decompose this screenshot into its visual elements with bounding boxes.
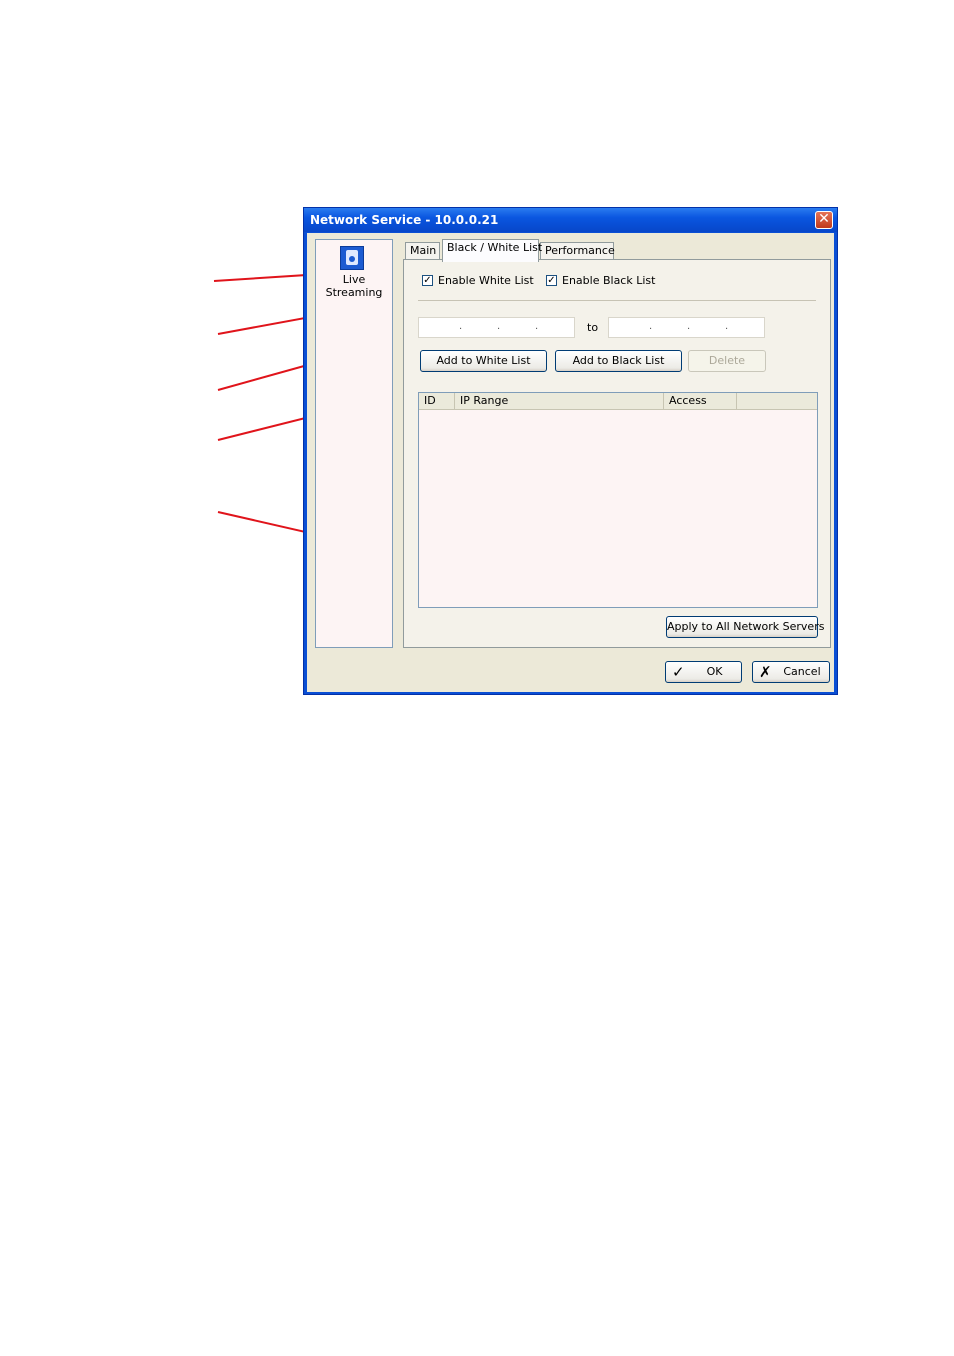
table-header: ID IP Range Access	[419, 393, 817, 410]
title-bar[interactable]: Network Service - 10.0.0.21 ✕	[304, 208, 837, 232]
window-title: Network Service - 10.0.0.21	[310, 213, 499, 227]
tab-performance[interactable]: Performance	[540, 242, 615, 260]
enable-white-list-label: Enable White List	[438, 274, 534, 287]
tab-black-white-list[interactable]: Black / White List	[442, 239, 542, 262]
ip-from-input[interactable]: . . .	[418, 317, 575, 338]
column-header-access[interactable]: Access	[664, 393, 737, 409]
enable-white-list-checkbox[interactable]: ✓ Enable White List	[422, 274, 534, 287]
x-icon: ✗	[759, 663, 772, 681]
add-to-black-list-button[interactable]: Add to Black List	[555, 350, 682, 372]
live-streaming-icon	[340, 246, 364, 270]
close-button[interactable]: ✕	[815, 211, 833, 229]
checkbox-check-icon: ✓	[422, 275, 433, 286]
checkmark-icon: ✓	[672, 663, 685, 681]
network-service-dialog: Network Service - 10.0.0.21 ✕ Live Strea…	[303, 207, 838, 695]
sidebar-item-label: Live Streaming	[325, 273, 383, 299]
ok-label: OK	[706, 665, 723, 678]
tab-main[interactable]: Main	[405, 242, 440, 260]
checkbox-check-icon: ✓	[546, 275, 557, 286]
black-white-list-panel: ✓ Enable White List ✓ Enable Black List …	[403, 259, 831, 648]
access-list-table[interactable]: ID IP Range Access	[418, 392, 818, 608]
dialog-body: Live Streaming Main Black / White List P…	[307, 233, 834, 692]
column-header-ip-range[interactable]: IP Range	[455, 393, 664, 409]
cancel-button[interactable]: ✗ Cancel	[752, 661, 830, 683]
sidebar: Live Streaming	[315, 239, 393, 648]
delete-button[interactable]: Delete	[688, 350, 766, 372]
column-header-id[interactable]: ID	[419, 393, 455, 409]
add-to-white-list-button[interactable]: Add to White List	[420, 350, 547, 372]
enable-black-list-label: Enable Black List	[562, 274, 656, 287]
column-header-empty	[737, 393, 817, 409]
ip-to-input[interactable]: . . .	[608, 317, 765, 338]
enable-black-list-checkbox[interactable]: ✓ Enable Black List	[546, 274, 655, 287]
close-icon: ✕	[818, 211, 830, 227]
to-label: to	[587, 321, 599, 334]
separator	[418, 300, 816, 301]
apply-to-all-network-servers-button[interactable]: Apply to All Network Servers	[666, 616, 824, 638]
ok-button[interactable]: ✓ OK	[665, 661, 742, 683]
